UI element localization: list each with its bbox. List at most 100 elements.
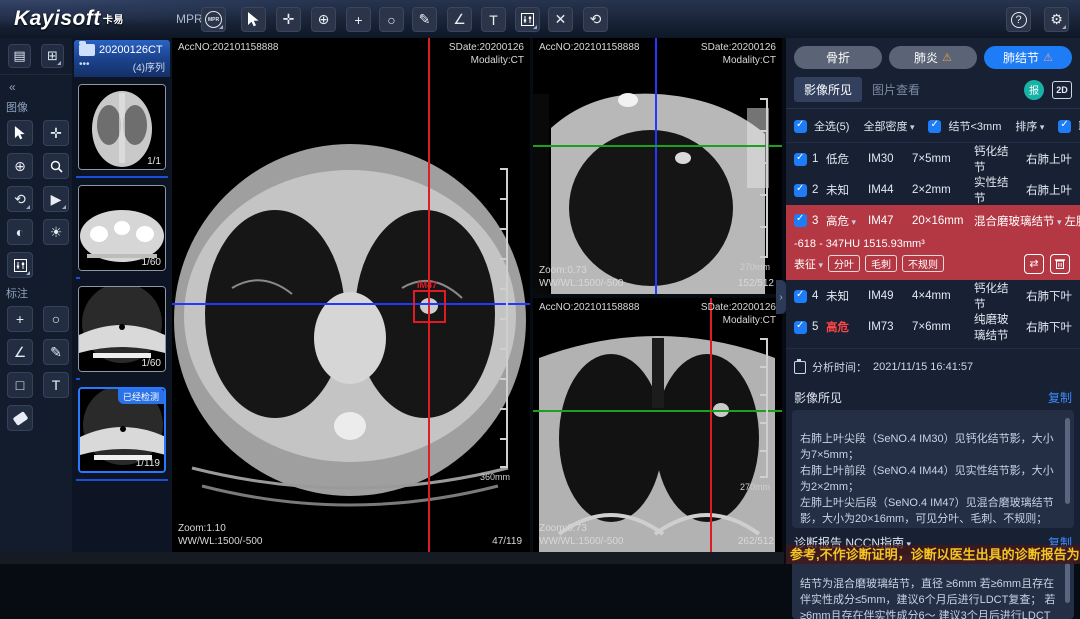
sagittal-ct-image (533, 38, 782, 294)
row-checkbox[interactable] (794, 184, 807, 197)
rectangle-tool-button[interactable]: □ (7, 372, 33, 398)
axial-viewport[interactable]: IM47 360mm AccNO:202101158888 SDate:2020… (172, 38, 530, 552)
sagittal-viewport[interactable]: 270mm AccNO:202101158888 SDate:20200126 … (533, 38, 782, 294)
pencil-tool-button[interactable]: ✎ (43, 339, 69, 365)
follow-up-button[interactable]: ⇄ (1024, 254, 1044, 274)
measure-tool-button[interactable]: ✎ (412, 7, 437, 32)
ellipse-tool-button[interactable]: ○ (379, 7, 404, 32)
window-level-button[interactable] (515, 7, 540, 32)
small-nodule-checkbox[interactable] (928, 120, 941, 133)
study-header[interactable]: 20200126CT (74, 40, 170, 58)
ruler-pencil-icon: ✎ (419, 11, 431, 28)
delete-nodule-button[interactable] (1050, 254, 1070, 274)
crosshair-vertical-blue[interactable] (655, 38, 657, 294)
rotate-icon: ⟲ (14, 191, 26, 208)
crosshair-horizontal-green[interactable] (533, 410, 782, 412)
sort-dropdown[interactable]: 排序 (1015, 118, 1044, 134)
nodule-row-5[interactable]: 5 高危 IM73 7×6mm 纯磨玻璃结节 右肺下叶 (786, 311, 1080, 342)
copy-findings-link[interactable]: 复制 (1048, 389, 1072, 406)
brightness-tool-button[interactable]: ☀ (43, 219, 69, 245)
nodule-location-dropdown[interactable]: 左肺上叶 (1062, 213, 1080, 229)
feature-tag[interactable]: 毛刺 (865, 255, 897, 272)
series-thumbnail-2[interactable]: 1/60 (78, 185, 166, 271)
feature-tag[interactable]: 分叶 (828, 255, 860, 272)
rotate-tool-button[interactable]: ⟲ (7, 186, 33, 212)
row-checkbox[interactable] (794, 290, 807, 303)
row-checkbox[interactable] (794, 321, 807, 334)
invert-tool-button[interactable]: ◐ (7, 219, 33, 245)
series-thumbnail-4-selected[interactable]: 已经检测 1/119 (78, 387, 166, 473)
angle-tool-button[interactable]: ∠ (7, 339, 33, 365)
settings-button[interactable]: ⚙ (1044, 7, 1069, 32)
angle-tool-button[interactable]: ∠ (447, 7, 472, 32)
window-level-button[interactable] (7, 252, 33, 278)
pointer-tool-button[interactable] (241, 7, 266, 32)
report-text-box[interactable]: 结节为混合磨玻璃结节，直径 ≥6mm 若≥6mm且存在伴实性成分≤5mm，建议6… (792, 555, 1074, 619)
density-dropdown[interactable]: 全部密度 (863, 118, 914, 134)
panel-collapse-handle[interactable]: › (776, 280, 786, 314)
tab-pneumonia[interactable]: 肺炎 (889, 46, 977, 69)
flip-tool-button[interactable]: ▶ (43, 186, 69, 212)
nodule-row-1[interactable]: 1 低危 IM30 7×5mm 钙化结节 右肺上叶 (786, 143, 1080, 174)
reset-button[interactable]: ⟲ (583, 7, 608, 32)
2d-view-button[interactable]: 2D (1052, 81, 1072, 99)
series-thumbnail-1[interactable]: 1/1 (78, 84, 166, 170)
collapse-rail-button[interactable]: « (0, 75, 72, 95)
thumb-index: 1/60 (142, 358, 161, 369)
tab-fracture[interactable]: 骨折 (794, 46, 882, 69)
row-checkbox[interactable] (794, 214, 807, 227)
mpr-layout-button[interactable]: MPR (201, 7, 226, 32)
help-button[interactable]: ? (1006, 7, 1031, 32)
logo-cn: 卡易 (103, 15, 124, 26)
delete-annotation-button[interactable]: ✕ (548, 7, 573, 32)
findings-header: 影像所见 复制 (786, 383, 1080, 410)
eraser-tool-button[interactable] (7, 405, 33, 431)
feature-tag[interactable]: 不规则 (902, 255, 944, 272)
zoom-level: Zoom:0.73 (539, 522, 623, 535)
report-icon[interactable]: 报 (1024, 80, 1044, 100)
nodule-box[interactable]: IM47 (413, 290, 446, 323)
zoom-tool-button[interactable]: ⊕ (311, 7, 336, 32)
tab-image-findings[interactable]: 影像所见 (794, 77, 862, 102)
pointer-tool-button[interactable] (7, 120, 33, 146)
findings-text-box[interactable]: 右肺上叶尖段（SeNO.4 IM30）见钙化结节影，大小为7×5mm； 右肺上叶… (792, 410, 1074, 528)
coronal-viewport[interactable]: 270mm AccNO:202101158888 SDate:20200126 … (533, 298, 782, 552)
window-setting: WW/WL:1500/-500 (178, 535, 262, 548)
text-tool-button[interactable]: T (481, 7, 506, 32)
accession-number: AccNO:202101158888 (539, 41, 639, 54)
series-list-button[interactable]: ▤ (8, 44, 31, 68)
pan-tool-button[interactable]: ✛ (43, 120, 69, 146)
text-annotation-button[interactable]: T (43, 372, 69, 398)
nodule-row-4[interactable]: 4 未知 IM49 4×4mm 钙化结节 右肺下叶 (786, 280, 1080, 311)
nodule-type-dropdown[interactable]: 混合磨玻璃结节 (974, 213, 1062, 229)
report-scrollbar[interactable] (1065, 563, 1070, 603)
risk-level-dropdown[interactable]: 高危 (826, 213, 868, 229)
series-thumbnail-3[interactable]: 1/60 (78, 286, 166, 372)
crosshair-horizontal-green[interactable] (533, 145, 782, 147)
nodule-row-2[interactable]: 2 未知 IM44 2×2mm 实性结节 右肺上叶 (786, 174, 1080, 205)
magnify-tool-button[interactable] (43, 153, 69, 179)
scale-ruler: 270mm (756, 338, 768, 478)
report-glyph: 报 (1029, 82, 1039, 97)
mpr-icon: MPR (205, 11, 222, 28)
round-checkbox[interactable] (1058, 120, 1071, 133)
layout-button[interactable]: ⊞ (41, 44, 64, 68)
ellipse-icon: ○ (52, 311, 60, 327)
zoom-in-tool-button[interactable]: ⊕ (7, 153, 33, 179)
ellipse-tool-button[interactable]: ○ (43, 306, 69, 332)
findings-scrollbar[interactable] (1065, 418, 1070, 504)
more-icon[interactable]: ••• (79, 59, 90, 74)
row-checkbox[interactable] (794, 153, 807, 166)
crosshair-vertical-red[interactable] (710, 298, 712, 552)
crosshair-tool-button[interactable]: + (7, 306, 33, 332)
feature-dropdown[interactable]: 表征 (794, 256, 823, 272)
pan-tool-button[interactable]: ✛ (276, 7, 301, 32)
contrast-icon: ◐ (16, 224, 24, 240)
select-all-checkbox[interactable] (794, 120, 807, 133)
crosshair-horizontal-blue[interactable] (172, 303, 530, 305)
study-label: 20200126CT (99, 44, 163, 56)
nodule-row-3-selected[interactable]: 3 高危 IM47 20×16mm 混合磨玻璃结节 左肺上叶 -618 - 34… (786, 205, 1080, 280)
tab-lung-nodule[interactable]: 肺结节 (984, 46, 1072, 69)
tab-image-view[interactable]: 图片查看 (862, 77, 930, 102)
crosshair-tool-button[interactable]: + (346, 7, 371, 32)
